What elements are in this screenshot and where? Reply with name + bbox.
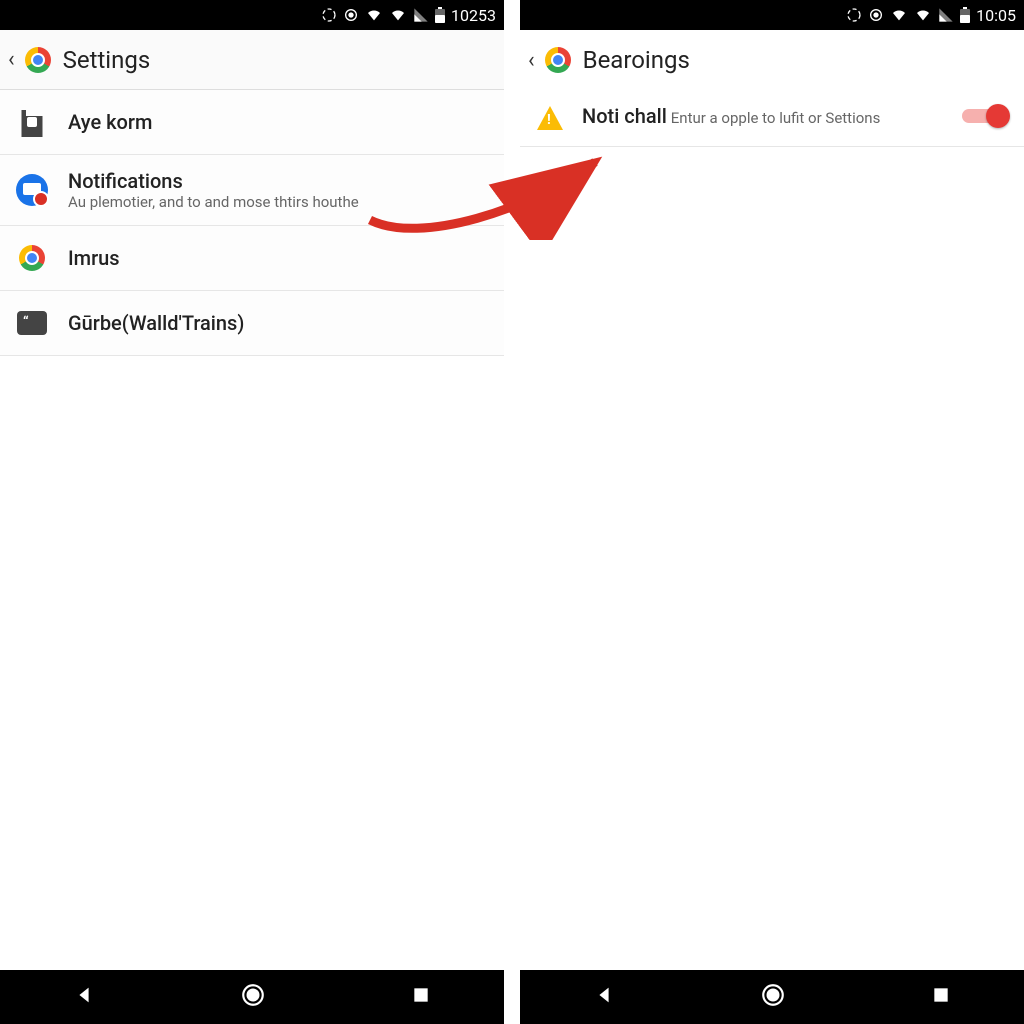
app-bar: ‹ Settings [0, 30, 504, 90]
status-bar: 10253 [0, 0, 504, 30]
nav-bar [520, 970, 1024, 1024]
status-time: 10:05 [976, 6, 1016, 25]
rotate-icon [321, 7, 337, 23]
item-title: Notifications [68, 169, 359, 193]
right-screen: 10:05 ‹ Bearoings Noti chall Entur a opp… [520, 0, 1024, 1024]
shop-icon [17, 107, 47, 137]
back-button[interactable]: ‹ [526, 42, 537, 79]
item-title: Aye korm [68, 110, 152, 134]
back-nav-icon[interactable] [73, 984, 95, 1010]
recent-nav-icon[interactable] [931, 985, 951, 1009]
item-subtitle: Au plemotier, and to and mose thtirs hou… [68, 193, 359, 211]
toggle-subtitle: Entur a opple to lufit or Settions [671, 109, 881, 127]
signal-icon [938, 7, 954, 23]
list-item[interactable]: Notifications Au plemotier, and to and m… [0, 155, 504, 226]
target-icon [868, 7, 884, 23]
back-button[interactable]: ‹ [6, 41, 17, 78]
toggle-switch[interactable] [962, 104, 1010, 128]
back-nav-icon[interactable] [593, 984, 615, 1010]
chrome-icon [545, 47, 571, 73]
list-item[interactable]: Aye korm [0, 90, 504, 155]
notification-icon [16, 174, 48, 206]
wifi-icon [890, 7, 908, 23]
chat-icon: “ [17, 311, 47, 335]
status-bar: 10:05 [520, 0, 1024, 30]
list-item[interactable]: “ Gūrbe(Walld'Trains) [0, 291, 504, 356]
signal-icon [413, 7, 429, 23]
home-nav-icon[interactable] [240, 982, 266, 1012]
settings-list: Aye korm Notifications Au plemotier, and… [0, 90, 504, 970]
page-title: Settings [63, 46, 151, 74]
home-nav-icon[interactable] [760, 982, 786, 1012]
nav-bar [0, 970, 504, 1024]
wifi2-icon [389, 7, 407, 23]
rotate-icon [846, 7, 862, 23]
toggle-row[interactable]: Noti chall Entur a opple to lufit or Set… [520, 90, 1024, 147]
page-title: Bearoings [583, 46, 690, 74]
chrome-icon [19, 245, 45, 271]
battery-icon [960, 7, 970, 23]
item-title: Gūrbe(Walld'Trains) [68, 311, 244, 335]
item-title: Imrus [68, 246, 120, 270]
wifi2-icon [914, 7, 932, 23]
wifi-icon [365, 7, 383, 23]
chrome-icon [25, 47, 51, 73]
toggle-title: Noti chall [582, 104, 667, 128]
target-icon [343, 7, 359, 23]
recent-nav-icon[interactable] [411, 985, 431, 1009]
status-time: 10253 [451, 6, 496, 25]
left-screen: 10253 ‹ Settings Aye korm Notifications … [0, 0, 504, 1024]
screen-gap [504, 0, 520, 1024]
warning-icon [537, 106, 563, 130]
battery-icon [435, 7, 445, 23]
content-area: Noti chall Entur a opple to lufit or Set… [520, 90, 1024, 970]
list-item[interactable]: Imrus [0, 226, 504, 291]
app-bar: ‹ Bearoings [520, 30, 1024, 90]
